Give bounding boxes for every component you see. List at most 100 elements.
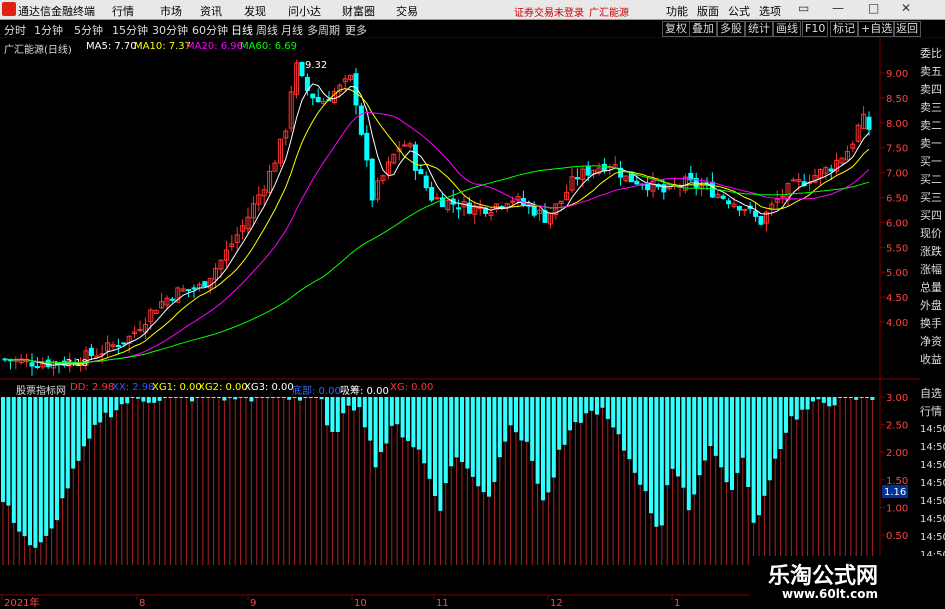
indicator-cyan-bar (65, 397, 70, 489)
indicator-cyan-bar (438, 397, 443, 511)
quote-label[interactable]: 卖二 (920, 118, 945, 134)
quote-label[interactable]: 买二 (920, 172, 945, 188)
quote-label[interactable]: 委比 (920, 46, 945, 62)
quote-label[interactable]: 涨幅 (920, 262, 945, 278)
candle-body (736, 206, 742, 211)
indicator-name[interactable]: 股票指标网 (16, 382, 66, 397)
indicator-cyan-bar (584, 397, 589, 414)
side-panel-item[interactable]: 行情 (920, 404, 945, 420)
indicator-cyan-bar (11, 397, 16, 523)
indicator-cyan-bar (206, 397, 211, 398)
indicator-cyan-bar (746, 397, 751, 487)
candle-body (191, 287, 197, 290)
indicator-cyan-bar (98, 397, 103, 423)
ind-bottom: 底部: 0.00 (292, 386, 341, 397)
candle-body (364, 132, 370, 161)
indicator-cyan-bar (330, 397, 335, 432)
indicator-cyan-bar (611, 397, 616, 428)
indicator-cyan-bar (119, 397, 124, 405)
quote-label[interactable]: 净资 (920, 334, 945, 350)
indicator-cyan-bar (71, 397, 76, 469)
quote-label[interactable]: 卖四 (920, 82, 945, 98)
indicator-cyan-bar (238, 397, 243, 398)
indicator-cyan-bar (622, 397, 626, 451)
indicator-cyan-bar (179, 397, 184, 398)
indicator-cyan-bar (465, 397, 470, 469)
indicator-cyan-bar (557, 397, 562, 450)
indicator-cyan-bar (454, 397, 459, 458)
candle-body (758, 215, 764, 225)
quote-label[interactable]: 外盘 (920, 298, 945, 314)
indicator-cyan-bar (55, 397, 59, 521)
indicator-cyan-bar (703, 397, 707, 461)
side-panel-item[interactable]: 自选 (920, 386, 945, 402)
candle-body (434, 197, 440, 200)
candle-body (369, 158, 375, 201)
quote-label[interactable]: 买一 (920, 154, 945, 170)
indicator-cyan-bar (406, 397, 410, 441)
candle-body (456, 207, 462, 210)
candle-body (726, 200, 732, 205)
indicator-cyan-bar (411, 397, 416, 448)
quote-label[interactable]: 现价 (920, 226, 945, 242)
side-panel-item[interactable]: 14:50 (920, 476, 945, 492)
side-panel-item[interactable]: 14:50 (920, 512, 945, 528)
indicator-cyan-bar (794, 397, 799, 420)
price-tick-label: 7.50 (886, 144, 908, 155)
indicator-cyan-bar (233, 397, 238, 400)
indicator-cyan-bar (173, 397, 178, 398)
quote-label[interactable]: 卖三 (920, 100, 945, 116)
ind-xg2: XG2: 0.00 (198, 382, 248, 393)
indicator-cyan-bar (681, 397, 686, 488)
quote-label[interactable]: 卖五 (920, 64, 945, 80)
candle-body (202, 281, 208, 287)
indicator-cyan-bar (195, 397, 200, 398)
indicator-cyan-bar (676, 397, 680, 477)
price-tick-label: 9.00 (886, 69, 908, 80)
indicator-cyan-bar (697, 397, 702, 476)
high-annotation: 9.32 (305, 60, 327, 71)
side-panel-item[interactable]: 14:50 (920, 422, 945, 438)
indicator-cyan-bar (724, 397, 729, 483)
quote-label[interactable]: 涨跌 (920, 244, 945, 260)
quote-label[interactable]: 收益 (920, 352, 945, 368)
indicator-cyan-bar (773, 397, 778, 459)
indicator-cyan-bar (643, 397, 648, 492)
ind-xg1: XG1: 0.00 (152, 382, 202, 393)
price-tick-label: 7.00 (886, 169, 908, 180)
indicator-cyan-bar (519, 397, 524, 441)
indicator-cyan-bar (843, 397, 848, 398)
indicator-cyan-bar (38, 397, 43, 543)
quote-label[interactable]: 买三 (920, 190, 945, 206)
side-panel-item[interactable]: 14:50 (920, 458, 945, 474)
side-panel-item[interactable]: 14:50 (920, 494, 945, 510)
side-panel-item[interactable]: 14:50 (920, 440, 945, 456)
indicator-cyan-bar (449, 397, 454, 467)
indicator-cyan-bar (109, 397, 113, 418)
quote-label[interactable]: 总量 (920, 280, 945, 296)
indicator-cyan-bar (28, 397, 32, 546)
kline-chart[interactable]: 9.00 8.50 8.00 7.50 7.00 6.50 6.00 5.50 5.00 4.50… (0, 0, 945, 609)
indicator-cyan-bar (33, 397, 38, 548)
indicator-cyan-bar (481, 397, 486, 493)
ma20-label: MA20: 6.96 (186, 41, 244, 52)
indicator-cyan-bar (373, 397, 378, 468)
quote-label[interactable]: 换手 (920, 316, 945, 332)
side-panel-item[interactable]: 14:50 (920, 530, 945, 546)
indicator-cyan-bar (287, 397, 292, 400)
time-tick-label: 8 (139, 598, 145, 609)
quote-label[interactable]: 卖一 (920, 136, 945, 152)
indicator-cyan-bar (735, 397, 740, 473)
time-tick-label: 9 (250, 598, 256, 609)
indicator-cyan-bar (686, 397, 691, 511)
indicator-cyan-bar (740, 397, 745, 458)
indicator-cyan-bar (22, 397, 27, 537)
quote-label[interactable]: 买四 (920, 208, 945, 224)
indicator-cyan-bar (751, 397, 756, 523)
indicator-cyan-bar (125, 397, 130, 404)
time-tick-label: 12 (550, 598, 563, 609)
indicator-cyan-bar (627, 397, 632, 460)
indicator-cyan-bar (136, 397, 140, 399)
price-tick-label: 6.50 (886, 194, 908, 205)
indicator-cyan-bar (811, 397, 815, 402)
